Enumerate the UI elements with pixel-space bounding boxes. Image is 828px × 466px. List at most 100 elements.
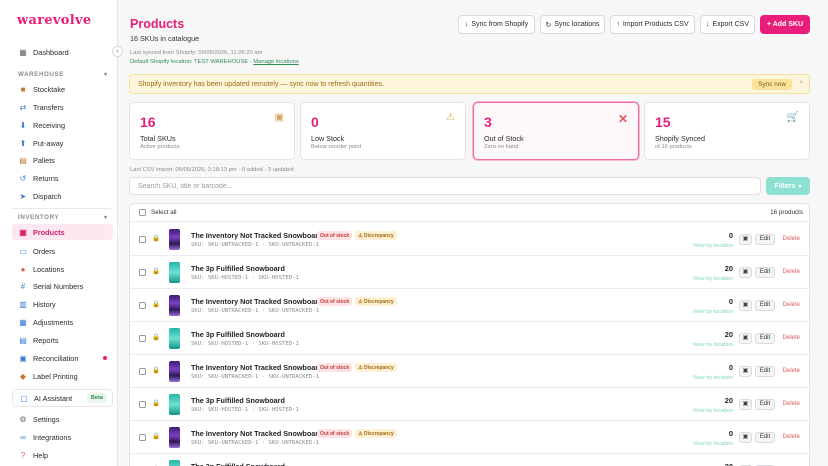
orders-icon: ▭ xyxy=(19,246,27,256)
reconciliation-icon: ▣ xyxy=(19,353,27,363)
delete-button[interactable]: Delete xyxy=(783,434,800,440)
product-title[interactable]: The 3p Fulfilled Snowboard xyxy=(191,462,285,466)
sidebar-item-help[interactable]: ? Help xyxy=(12,447,113,463)
app-logo[interactable]: warevolve xyxy=(17,13,91,28)
box-icon-button[interactable]: ▣ xyxy=(739,432,752,443)
delete-button[interactable]: Delete xyxy=(783,335,800,341)
product-thumbnail xyxy=(169,229,180,250)
product-title[interactable]: The 3p Fulfilled Snowboard xyxy=(191,396,285,405)
sidebar-item-dashboard[interactable]: ▦ Dashboard xyxy=(12,44,113,60)
box-icon-button[interactable]: ▣ xyxy=(739,300,752,311)
row-checkbox[interactable] xyxy=(139,335,146,342)
table-row[interactable]: 🔒The 3p Fulfilled SnowboardSKU: SKU-HOST… xyxy=(130,388,809,421)
stat-number: 0 xyxy=(311,114,319,130)
stat-card-shopify-synced[interactable]: 15 Shopify Synced of 16 products 🛒 xyxy=(644,102,810,160)
edit-button[interactable]: Edit xyxy=(755,267,775,278)
sidebar-item-adjustments[interactable]: ▦ Adjustments xyxy=(12,314,113,330)
sidebar-item-serial-numbers[interactable]: # Serial Numbers xyxy=(12,278,113,294)
edit-button[interactable]: Edit xyxy=(755,366,775,377)
row-checkbox[interactable] xyxy=(139,368,146,375)
table-row[interactable]: 🔒 The Inventory Not Tracked Snowboard Out … xyxy=(130,223,809,256)
export-csv-button[interactable]: ↓ Export CSV xyxy=(700,15,755,34)
sidebar-item-receiving[interactable]: ⬇ Receiving xyxy=(12,117,113,133)
view-by-location-link[interactable]: View by location xyxy=(693,408,733,414)
sidebar-item-label: Dashboard xyxy=(33,47,69,57)
sidebar-item-settings[interactable]: ⚙ Settings xyxy=(12,411,113,427)
product-title[interactable]: The Inventory Not Tracked Snowboard xyxy=(191,363,322,372)
close-icon[interactable]: × xyxy=(799,80,803,86)
row-checkbox[interactable] xyxy=(139,236,146,243)
sidebar-item-label-printing[interactable]: ◆ Label Printing xyxy=(12,368,113,384)
sidebar-section-inventory[interactable]: INVENTORY ▾ xyxy=(18,214,107,221)
delete-button[interactable]: Delete xyxy=(783,269,800,275)
view-by-location-link[interactable]: View by location xyxy=(693,276,733,282)
add-sku-button[interactable]: + Add SKU xyxy=(760,15,810,34)
sidebar-item-dispatch[interactable]: ➤ Dispatch xyxy=(12,188,113,204)
edit-button[interactable]: Edit xyxy=(755,399,775,410)
delete-button[interactable]: Delete xyxy=(783,401,800,407)
search-input[interactable] xyxy=(129,177,761,195)
table-row[interactable]: 🔒 The Inventory Not Tracked Snowboard Out … xyxy=(130,355,809,388)
edit-button[interactable]: Edit xyxy=(755,300,775,311)
stat-card-low-stock[interactable]: 0 Low Stock Below reorder point ⚠ xyxy=(300,102,466,160)
view-by-location-link[interactable]: View by location xyxy=(693,243,733,249)
edit-button[interactable]: Edit xyxy=(755,234,775,245)
filters-button[interactable]: Filters ▾ xyxy=(766,177,810,195)
row-checkbox[interactable] xyxy=(139,269,146,276)
box-icon-button[interactable]: ▣ xyxy=(739,333,752,344)
view-by-location-link[interactable]: View by location xyxy=(693,342,733,348)
sidebar-item-transfers[interactable]: ⇄ Transfers xyxy=(12,99,113,115)
delete-button[interactable]: Delete xyxy=(783,236,800,242)
sidebar-item-stocktake[interactable]: ■ Stocktake xyxy=(12,81,113,97)
sidebar-item-locations[interactable]: ● Locations xyxy=(12,261,113,277)
sync-now-button[interactable]: Sync now xyxy=(752,79,792,90)
select-all-checkbox[interactable] xyxy=(139,209,146,216)
import-csv-button[interactable]: ↑ Import Products CSV xyxy=(610,15,695,34)
sidebar-item-history[interactable]: ▥ History xyxy=(12,296,113,312)
box-icon-button[interactable]: ▣ xyxy=(739,366,752,377)
table-row[interactable]: 🔒The 3p Fulfilled SnowboardSKU: SKU-HOST… xyxy=(130,454,809,466)
box-icon-button[interactable]: ▣ xyxy=(739,267,752,278)
view-by-location-link[interactable]: View by location xyxy=(693,309,733,315)
sidebar-section-warehouse[interactable]: WAREHOUSE ▾ xyxy=(18,71,107,78)
product-title[interactable]: The Inventory Not Tracked Snowboard xyxy=(191,297,322,306)
sidebar-item-ai-assistant[interactable]: ▢ AI Assistant Beta xyxy=(12,389,113,407)
box-icon-button[interactable]: ▣ xyxy=(739,399,752,410)
stat-card-out-of-stock[interactable]: 3 Out of Stock Zero on hand ✕ xyxy=(473,102,639,160)
sidebar-item-returns[interactable]: ↺ Returns xyxy=(12,170,113,186)
view-by-location-link[interactable]: View by location xyxy=(693,375,733,381)
product-count: 16 products xyxy=(770,209,803,216)
product-title[interactable]: The 3p Fulfilled Snowboard xyxy=(191,264,285,273)
table-row[interactable]: 🔒The 3p Fulfilled SnowboardSKU: SKU-HOST… xyxy=(130,256,809,289)
warning-icon: ⚠ xyxy=(446,112,455,123)
row-checkbox[interactable] xyxy=(139,302,146,309)
row-checkbox[interactable] xyxy=(139,434,146,441)
sidebar-item-products[interactable]: ▣ Products xyxy=(12,224,113,240)
table-row[interactable]: 🔒 The Inventory Not Tracked Snowboard Out … xyxy=(130,421,809,454)
sidebar-item-orders[interactable]: ▭ Orders xyxy=(12,243,113,259)
product-title[interactable]: The Inventory Not Tracked Snowboard xyxy=(191,231,322,240)
sidebar-item-putaway[interactable]: ⬆ Put-away xyxy=(12,135,113,151)
delete-button[interactable]: Delete xyxy=(783,368,800,374)
edit-button[interactable]: Edit xyxy=(755,333,775,344)
view-by-location-link[interactable]: View by location xyxy=(693,441,733,447)
table-row[interactable]: 🔒 The Inventory Not Tracked Snowboard Out … xyxy=(130,289,809,322)
product-title[interactable]: The Inventory Not Tracked Snowboard xyxy=(191,429,322,438)
products-table: Select all 16 products 🔒 The Inventory No… xyxy=(129,203,810,466)
sync-icon: ↓ xyxy=(464,21,469,28)
quantity-value: 0 xyxy=(728,231,733,240)
sidebar-item-reports[interactable]: ▤ Reports xyxy=(12,332,113,348)
sync-from-shopify-button[interactable]: ↓ Sync from Shopify xyxy=(458,15,535,34)
edit-button[interactable]: Edit xyxy=(755,432,775,443)
delete-button[interactable]: Delete xyxy=(783,302,800,308)
sync-locations-button[interactable]: ↻ Sync locations xyxy=(540,15,605,34)
manage-locations-link[interactable]: Manage locations xyxy=(253,59,298,65)
product-title[interactable]: The 3p Fulfilled Snowboard xyxy=(191,330,285,339)
sidebar-item-reconciliation[interactable]: ▣ Reconciliation xyxy=(12,350,113,366)
table-row[interactable]: 🔒The 3p Fulfilled SnowboardSKU: SKU-HOST… xyxy=(130,322,809,355)
sidebar-item-pallets[interactable]: ▤ Pallets xyxy=(12,152,113,168)
row-checkbox[interactable] xyxy=(139,401,146,408)
stat-card-total-skus[interactable]: 16 Total SKUs Active products ▣ xyxy=(129,102,295,160)
box-icon-button[interactable]: ▣ xyxy=(739,234,752,245)
sidebar-item-integrations[interactable]: ∞ Integrations xyxy=(12,429,113,445)
